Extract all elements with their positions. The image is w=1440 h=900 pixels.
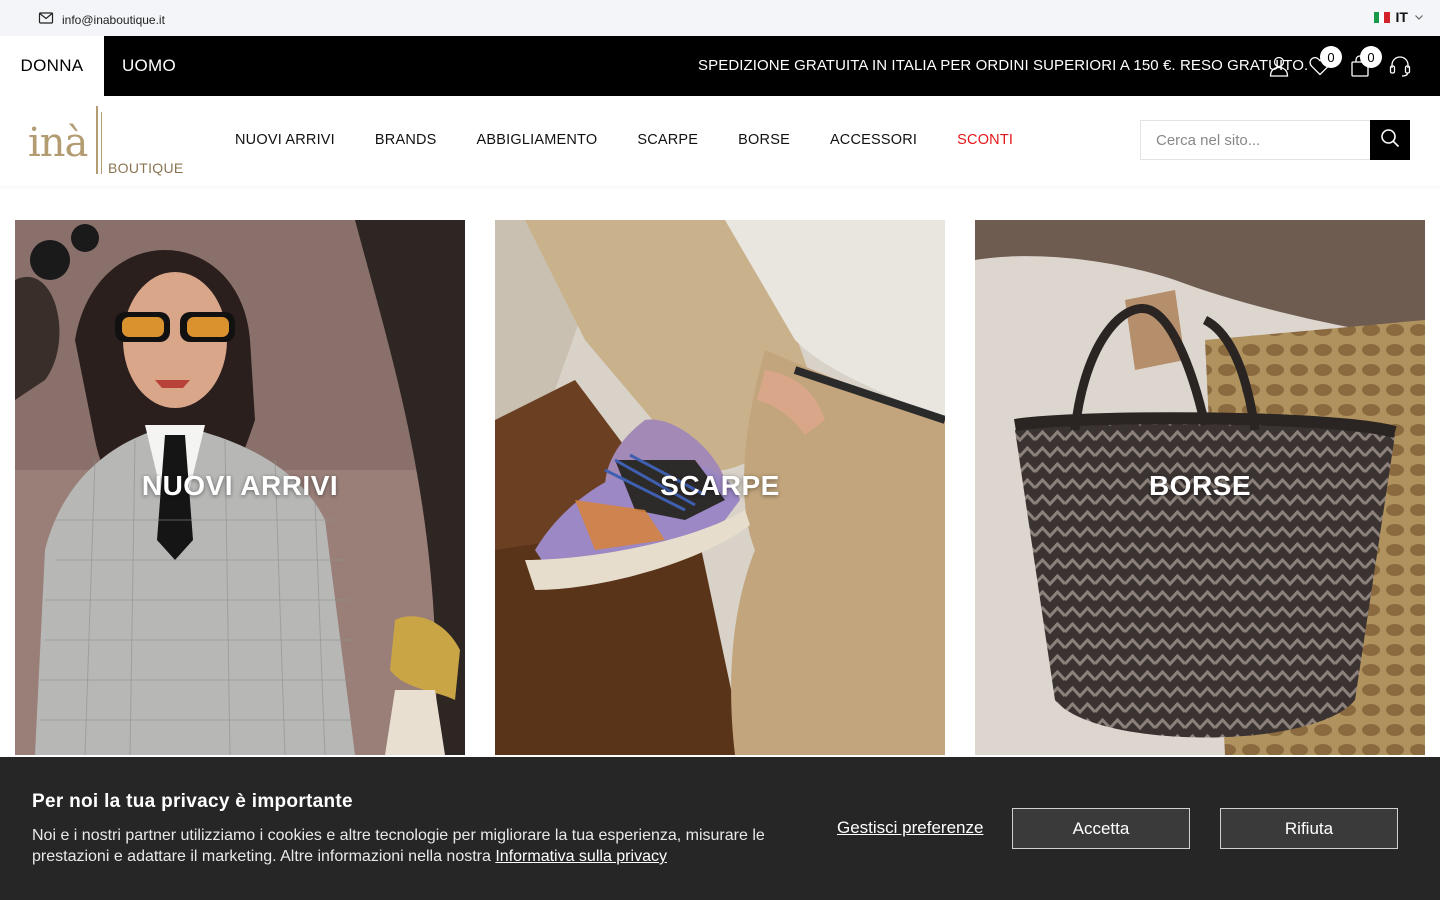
- search-button[interactable]: [1370, 120, 1410, 160]
- logo-wordmark: inà: [28, 120, 88, 166]
- search-icon: [1380, 128, 1400, 153]
- italy-flag-icon: [1373, 11, 1390, 23]
- mail-icon: [38, 10, 54, 29]
- language-label: IT: [1395, 9, 1408, 25]
- nav-abbigliamento[interactable]: ABBIGLIAMENTO: [477, 132, 598, 148]
- cart-count-badge: 0: [1360, 46, 1382, 68]
- tab-uomo[interactable]: UOMO: [104, 36, 194, 96]
- main-nav: NUOVI ARRIVI BRANDS ABBIGLIAMENTO SCARPE…: [235, 132, 1013, 148]
- category-card-borse[interactable]: BORSE: [975, 220, 1425, 755]
- language-selector[interactable]: IT: [1373, 9, 1424, 25]
- wishlist-button[interactable]: 0: [1308, 46, 1342, 78]
- main-header: inà BOUTIQUE NUOVI ARRIVI BRANDS ABBIGLI…: [0, 96, 1440, 186]
- contact-email-text: info@inaboutique.it: [62, 12, 165, 27]
- nav-brands[interactable]: BRANDS: [375, 132, 437, 148]
- nav-nuovi-arrivi[interactable]: NUOVI ARRIVI: [235, 132, 335, 148]
- gender-shipping-bar: DONNA UOMO SPEDIZIONE GRATUITA IN ITALIA…: [0, 36, 1440, 96]
- accept-button[interactable]: Accetta: [1012, 808, 1190, 849]
- shipping-message: SPEDIZIONE GRATUITA IN ITALIA PER ORDINI…: [698, 57, 1309, 74]
- chevron-down-icon: [1414, 9, 1424, 25]
- wishlist-count-badge: 0: [1320, 46, 1342, 68]
- headset-icon[interactable]: [1388, 54, 1412, 78]
- category-title: BORSE: [1148, 470, 1252, 501]
- privacy-policy-link[interactable]: Informativa sulla privacy: [495, 848, 667, 865]
- cart-button[interactable]: 0: [1348, 46, 1382, 78]
- manage-preferences-link[interactable]: Gestisci preferenze: [837, 818, 983, 838]
- logo-subtext: BOUTIQUE: [108, 160, 184, 176]
- nav-scarpe[interactable]: SCARPE: [637, 132, 698, 148]
- tab-donna[interactable]: DONNA: [0, 36, 104, 96]
- contact-email[interactable]: info@inaboutique.it: [38, 10, 165, 29]
- search-input[interactable]: [1140, 120, 1370, 160]
- cookie-text: Noi e i nostri partner utilizziamo i coo…: [32, 825, 772, 867]
- reject-button[interactable]: Rifiuta: [1220, 808, 1398, 849]
- cookie-title: Per noi la tua privacy è importante: [32, 791, 353, 812]
- cookie-banner: Per noi la tua privacy è importante Noi …: [0, 757, 1440, 900]
- nav-accessori[interactable]: ACCESSORI: [830, 132, 917, 148]
- nav-borse[interactable]: BORSE: [738, 132, 790, 148]
- search-bar: [1140, 120, 1410, 160]
- nav-sconti[interactable]: SCONTI: [957, 132, 1013, 148]
- category-card-scarpe[interactable]: SCARPE: [495, 220, 945, 755]
- logo-divider-thin: [101, 112, 102, 174]
- category-card-nuovi-arrivi[interactable]: NUOVI ARRIVI: [15, 220, 465, 755]
- category-title: NUOVI ARRIVI: [141, 470, 339, 501]
- brand-logo[interactable]: inà BOUTIQUE: [28, 106, 183, 176]
- category-title: SCARPE: [660, 470, 780, 501]
- logo-divider: [96, 106, 98, 174]
- top-info-bar: info@inaboutique.it IT: [0, 0, 1440, 36]
- user-icon[interactable]: [1267, 54, 1291, 78]
